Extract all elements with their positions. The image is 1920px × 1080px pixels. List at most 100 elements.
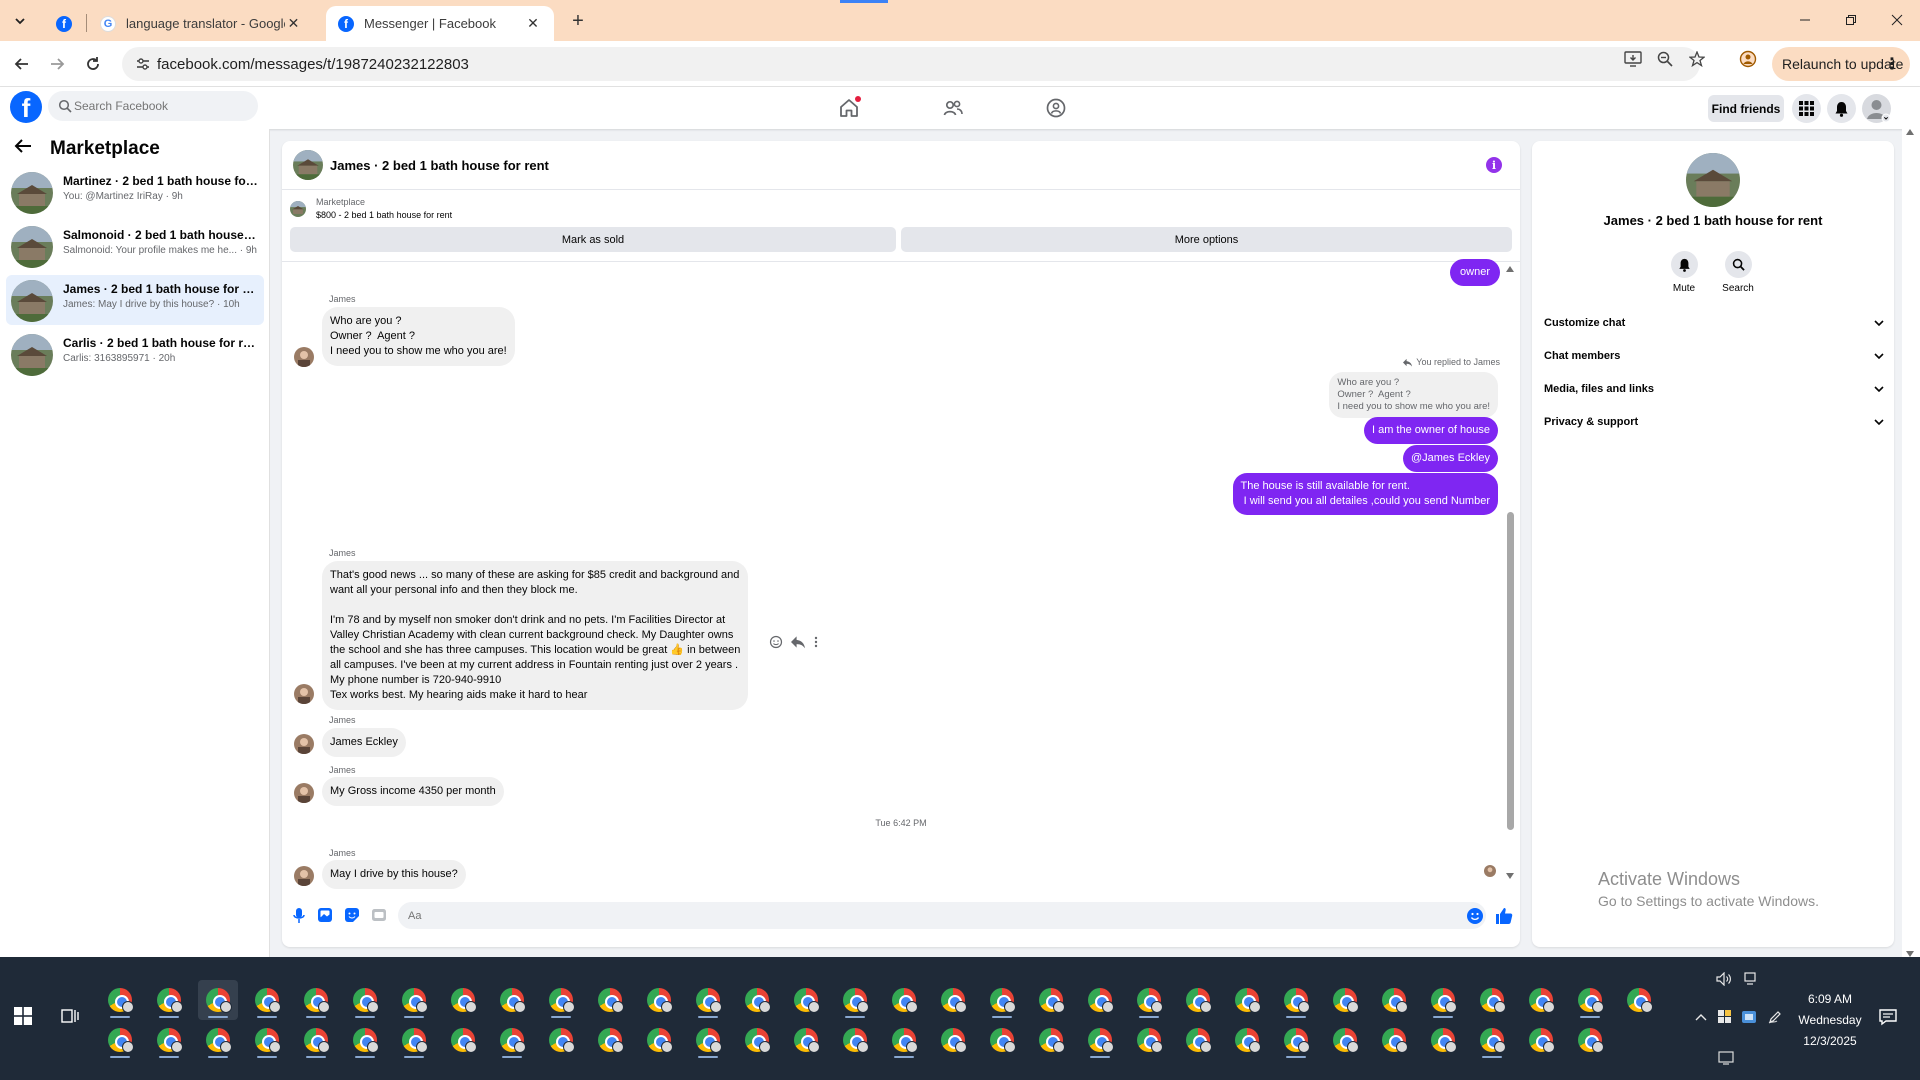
profile-icon[interactable] xyxy=(1738,49,1758,69)
sender-avatar[interactable] xyxy=(294,734,314,754)
message-scrollbar[interactable] xyxy=(1506,262,1514,887)
quoted-message[interactable]: Who are you ? Owner ? Agent ? I need you… xyxy=(1329,372,1498,418)
chrome-taskbar-button[interactable] xyxy=(1178,1020,1218,1060)
close-tab-icon[interactable]: ✕ xyxy=(285,15,302,33)
chrome-taskbar-button[interactable] xyxy=(933,1020,973,1060)
mark-as-sold-button[interactable]: Mark as sold xyxy=(290,227,896,252)
chrome-taskbar-button[interactable] xyxy=(198,980,238,1020)
chrome-taskbar-button[interactable] xyxy=(394,980,434,1020)
menu-button[interactable] xyxy=(1792,94,1821,123)
desktop-toggle-icon[interactable] xyxy=(1718,1051,1734,1065)
chrome-taskbar-button[interactable] xyxy=(1521,980,1561,1020)
chrome-taskbar-button[interactable] xyxy=(1080,1020,1120,1060)
outgoing-message[interactable]: owner xyxy=(1450,259,1500,286)
friends-nav-button[interactable] xyxy=(938,93,968,123)
chrome-taskbar-button[interactable] xyxy=(1031,1020,1071,1060)
chrome-taskbar-button[interactable] xyxy=(1325,980,1365,1020)
attach-photo-button[interactable] xyxy=(316,906,334,924)
security-shield-icon[interactable] xyxy=(1716,1008,1734,1026)
chrome-taskbar-button[interactable] xyxy=(1570,980,1610,1020)
network-app-icon[interactable] xyxy=(1740,1008,1758,1026)
chrome-taskbar-button[interactable] xyxy=(590,1020,630,1060)
incoming-message[interactable]: May I drive by this house? xyxy=(322,860,466,889)
chrome-taskbar-button[interactable] xyxy=(1374,980,1414,1020)
conversation-item-martinez[interactable]: Martinez · 2 bed 1 bath house for r... Y… xyxy=(6,167,264,217)
chrome-taskbar-button[interactable] xyxy=(1276,980,1316,1020)
conversation-item-salmonoid[interactable]: Salmonoid · 2 bed 1 bath house fo... Sal… xyxy=(6,221,264,271)
outgoing-message[interactable]: I am the owner of house xyxy=(1363,417,1498,444)
chrome-taskbar-button[interactable] xyxy=(247,1020,287,1060)
chrome-taskbar-button[interactable] xyxy=(982,980,1022,1020)
chrome-taskbar-button[interactable] xyxy=(296,980,336,1020)
pen-icon[interactable] xyxy=(1766,1008,1784,1026)
chrome-taskbar-button[interactable] xyxy=(1129,980,1169,1020)
chat-avatar[interactable] xyxy=(293,150,323,180)
chrome-taskbar-button[interactable] xyxy=(149,1020,189,1060)
chrome-taskbar-button[interactable] xyxy=(492,980,532,1020)
chrome-taskbar-button[interactable] xyxy=(296,1020,336,1060)
chrome-taskbar-button[interactable] xyxy=(345,980,385,1020)
sender-avatar[interactable] xyxy=(294,347,314,367)
chrome-taskbar-button[interactable] xyxy=(1276,1020,1316,1060)
chrome-taskbar-button[interactable] xyxy=(737,1020,777,1060)
chrome-taskbar-button[interactable] xyxy=(345,1020,385,1060)
display-icon[interactable] xyxy=(1741,970,1759,988)
chrome-taskbar-button[interactable] xyxy=(1472,1020,1512,1060)
chrome-taskbar-button[interactable] xyxy=(639,1020,679,1060)
chrome-taskbar-button[interactable] xyxy=(1619,980,1659,1020)
outgoing-message[interactable]: The house is still available for rent. I… xyxy=(1232,473,1498,515)
back-arrow-icon[interactable] xyxy=(14,137,36,160)
minimize-window-button[interactable] xyxy=(1782,8,1828,32)
chrome-taskbar-button[interactable] xyxy=(1080,980,1120,1020)
groups-nav-button[interactable] xyxy=(1041,93,1071,123)
facebook-logo[interactable]: f xyxy=(10,91,42,123)
sender-avatar[interactable] xyxy=(294,684,314,704)
voice-clip-button[interactable] xyxy=(290,906,308,924)
sender-avatar[interactable] xyxy=(294,866,314,886)
gif-button[interactable] xyxy=(370,906,388,924)
facebook-search-input[interactable] xyxy=(74,91,254,121)
more-vertical-icon[interactable] xyxy=(813,635,819,649)
incoming-message[interactable]: James Eckley xyxy=(322,728,406,757)
chrome-taskbar-button[interactable] xyxy=(1521,1020,1561,1060)
chrome-taskbar-button[interactable] xyxy=(541,1020,581,1060)
show-hidden-icons-chevron-icon[interactable] xyxy=(1692,1008,1710,1026)
restore-window-button[interactable] xyxy=(1828,8,1874,32)
chrome-taskbar-button[interactable] xyxy=(1178,980,1218,1020)
zoom-icon[interactable] xyxy=(1655,49,1675,69)
new-tab-button[interactable]: + xyxy=(566,9,590,33)
chrome-taskbar-button[interactable] xyxy=(1031,980,1071,1020)
reply-icon[interactable] xyxy=(791,635,805,649)
chrome-taskbar-button[interactable] xyxy=(688,980,728,1020)
system-clock[interactable]: 6:09 AM Wednesday 12/3/2025 xyxy=(1790,989,1870,1052)
outgoing-message[interactable]: @James Eckley xyxy=(1402,445,1498,472)
chrome-taskbar-button[interactable] xyxy=(443,1020,483,1060)
page-scrollbar[interactable] xyxy=(1902,129,1920,957)
find-friends-button[interactable]: Find friends xyxy=(1708,95,1784,122)
search-in-conversation-button[interactable]: Search xyxy=(1718,251,1758,294)
windows-start-icon[interactable] xyxy=(14,1007,32,1025)
tab-facebook-pinned[interactable]: f xyxy=(44,6,84,41)
customize-chat-row[interactable]: Customize chat xyxy=(1544,312,1884,334)
sender-avatar[interactable] xyxy=(294,783,314,803)
close-window-button[interactable] xyxy=(1874,8,1920,32)
media-files-links-row[interactable]: Media, files and links xyxy=(1544,378,1884,400)
chrome-taskbar-button[interactable] xyxy=(933,980,973,1020)
emoji-picker-icon[interactable] xyxy=(1467,908,1483,924)
address-bar[interactable]: facebook.com/messages/t/1987240232122803 xyxy=(122,47,1700,81)
info-icon[interactable]: i xyxy=(1486,157,1502,173)
chrome-taskbar-button[interactable] xyxy=(1423,980,1463,1020)
chrome-taskbar-button[interactable] xyxy=(1423,1020,1463,1060)
thumbs-up-icon[interactable] xyxy=(1494,906,1514,926)
chat-members-row[interactable]: Chat members xyxy=(1544,345,1884,367)
info-avatar[interactable] xyxy=(1686,153,1740,207)
close-tab-icon[interactable]: ✕ xyxy=(524,15,542,33)
chrome-taskbar-button[interactable] xyxy=(541,980,581,1020)
chrome-taskbar-button[interactable] xyxy=(100,1020,140,1060)
bookmark-star-icon[interactable] xyxy=(1687,49,1707,69)
back-button[interactable] xyxy=(9,51,35,77)
mute-button[interactable]: Mute xyxy=(1664,251,1704,294)
chrome-taskbar-button[interactable] xyxy=(590,980,630,1020)
chrome-taskbar-button[interactable] xyxy=(786,1020,826,1060)
chrome-taskbar-button[interactable] xyxy=(835,980,875,1020)
